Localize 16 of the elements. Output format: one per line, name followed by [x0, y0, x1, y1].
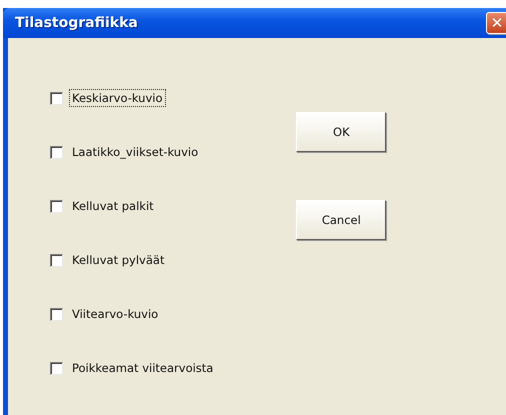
checkbox[interactable] — [50, 308, 63, 320]
ok-button[interactable]: OK — [296, 112, 386, 152]
checkbox-label[interactable]: Poikkeamat viitearvoista — [69, 359, 216, 377]
checkbox-label[interactable]: Keskiarvo-kuvio — [69, 89, 166, 107]
checkbox-label[interactable]: Kelluvat pylväät — [69, 251, 168, 269]
checkbox-label[interactable]: Laatikko_viikset-kuvio — [69, 143, 202, 161]
checkbox[interactable] — [50, 362, 63, 374]
checkbox-label[interactable]: Kelluvat palkit — [69, 197, 157, 215]
checkbox[interactable] — [50, 200, 63, 212]
window-title: Tilastografiikka — [15, 15, 138, 31]
checkbox[interactable] — [50, 254, 63, 266]
checkbox-label[interactable]: Viitearvo-kuvio — [69, 305, 162, 323]
close-button[interactable]: ✕ — [486, 12, 506, 34]
checkbox[interactable] — [50, 92, 63, 104]
cancel-button[interactable]: Cancel — [296, 200, 386, 240]
checkbox[interactable] — [50, 146, 63, 158]
